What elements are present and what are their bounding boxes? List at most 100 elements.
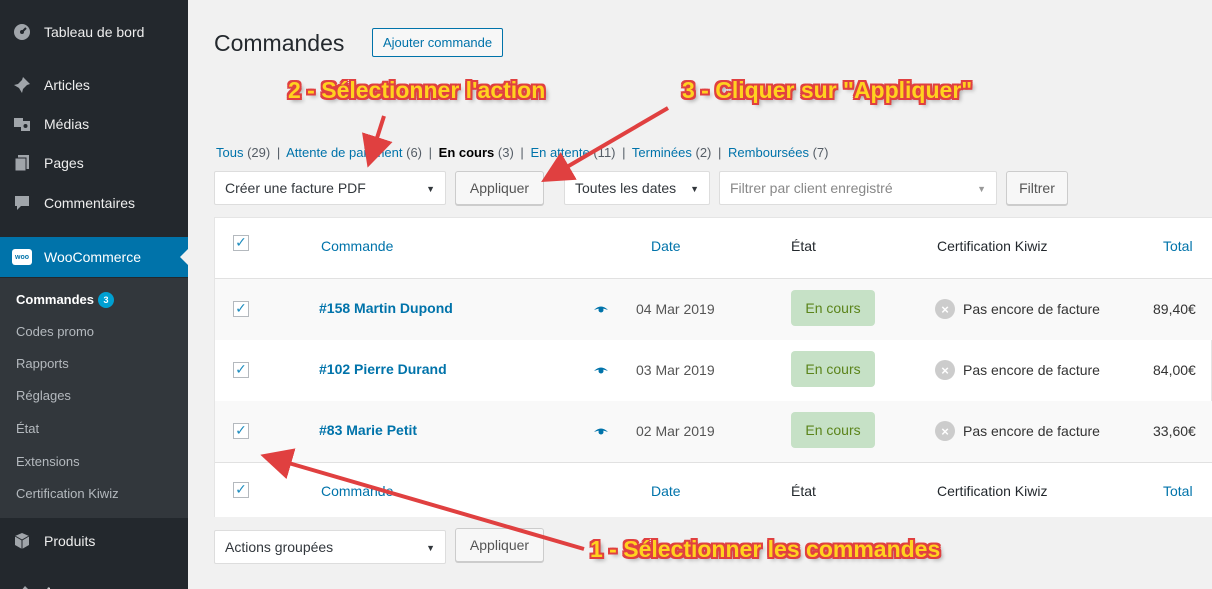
sidebar-item-articles[interactable]: Articles [0, 65, 188, 105]
filter-refunded-count: (7) [812, 145, 829, 160]
preview-eye-icon[interactable] [593, 427, 609, 437]
pages-icon [12, 153, 32, 173]
select-all-checkbox[interactable]: ✓ [233, 235, 249, 251]
separator: | [428, 145, 433, 160]
woocommerce-icon: woo [12, 247, 32, 267]
submenu-item-kiwiz[interactable]: Certification Kiwiz [16, 486, 119, 501]
media-icon [12, 114, 32, 134]
order-date: 04 Mar 2019 [636, 301, 715, 317]
sidebar-item-label: A [44, 584, 53, 589]
sidebar-item-label: Commentaires [44, 195, 136, 211]
orders-table: ✓ Commande Date État Certification Kiwiz… [214, 217, 1212, 517]
appearance-icon [12, 582, 32, 589]
filter-pending-count: (6) [406, 145, 423, 160]
column-date[interactable]: Date [651, 238, 681, 254]
filter-on-hold[interactable]: En attente [530, 145, 589, 160]
column-total[interactable]: Total [1163, 483, 1193, 499]
sidebar-item-appearance[interactable]: A [0, 572, 188, 589]
date-filter-select[interactable]: Toutes les dates ▼ [564, 171, 710, 205]
sidebar-item-dashboard[interactable]: Tableau de bord [0, 12, 188, 52]
active-pointer [180, 249, 188, 265]
submenu-item-reports[interactable]: Rapports [16, 356, 69, 371]
select-all-checkbox-footer[interactable]: ✓ [233, 482, 249, 498]
annotation-step-3: 3 - Cliquer sur "Appliquer" [682, 77, 973, 103]
sidebar-item-media[interactable]: Médias [0, 104, 188, 144]
customer-filter-select[interactable]: Filtrer par client enregistré ▼ [719, 171, 997, 205]
pin-icon [12, 75, 32, 95]
certification-status: × Pas encore de facture [935, 421, 1100, 441]
table-row[interactable]: ✓ #102 Pierre Durand 03 Mar 2019 En cour… [215, 340, 1212, 401]
sidebar-item-pages[interactable]: Pages [0, 143, 188, 183]
woocommerce-submenu: Commandes 3 Codes promo Rapports Réglages… [0, 278, 188, 518]
filter-refunded[interactable]: Remboursées [728, 145, 809, 160]
status-badge: En cours [791, 412, 875, 448]
annotation-step-2: 2 - Sélectionner l'action [288, 77, 546, 103]
bulk-action-select[interactable]: Créer une facture PDF ▼ [214, 171, 446, 205]
sidebar-item-label: Produits [44, 533, 96, 549]
separator: | [622, 145, 626, 160]
preview-eye-icon[interactable] [593, 305, 609, 315]
close-circle-icon: × [935, 299, 955, 319]
order-date: 03 Mar 2019 [636, 362, 715, 378]
filter-button[interactable]: Filtrer [1006, 171, 1068, 205]
caret-down-icon: ▼ [977, 184, 986, 194]
order-link[interactable]: #83 Marie Petit [319, 422, 417, 438]
apply-button-bottom[interactable]: Appliquer [455, 528, 544, 562]
status-badge: En cours [791, 351, 875, 387]
annotation-step-1: 1 - Sélectionner les commandes [590, 536, 941, 562]
sidebar-item-woocommerce[interactable]: woo WooCommerce [0, 237, 188, 277]
filter-all[interactable]: Tous [216, 145, 243, 160]
separator: | [276, 145, 281, 160]
date-filter-value: Toutes les dates [575, 180, 677, 196]
status-badge: En cours [791, 290, 875, 326]
column-certification: Certification Kiwiz [937, 238, 1048, 254]
row-checkbox[interactable]: ✓ [233, 362, 249, 378]
bulk-action-value: Actions groupées [225, 539, 334, 555]
submenu-item-status[interactable]: État [16, 421, 39, 436]
filter-completed[interactable]: Terminées [632, 145, 692, 160]
column-status: État [791, 238, 816, 254]
sidebar-item-label: Pages [44, 155, 84, 171]
sidebar-item-label: Articles [44, 77, 90, 93]
submenu-item-coupons[interactable]: Codes promo [16, 324, 94, 339]
separator: | [718, 145, 722, 160]
caret-down-icon: ▼ [426, 184, 435, 194]
row-checkbox[interactable]: ✓ [233, 423, 249, 439]
row-checkbox[interactable]: ✓ [233, 301, 249, 317]
column-order[interactable]: Commande [321, 238, 393, 254]
filter-completed-count: (2) [695, 145, 712, 160]
table-row[interactable]: ✓ #158 Martin Dupond 04 Mar 2019 En cour… [215, 279, 1212, 340]
separator: | [520, 145, 524, 160]
table-header-row: ✓ Commande Date État Certification Kiwiz… [215, 218, 1212, 279]
bulk-action-value: Créer une facture PDF [225, 180, 366, 196]
sidebar-item-products[interactable]: Produits [0, 521, 188, 561]
add-order-button[interactable]: Ajouter commande [372, 28, 504, 57]
products-icon [12, 531, 32, 551]
close-circle-icon: × [935, 421, 955, 441]
submenu-item-orders[interactable]: Commandes 3 [16, 292, 115, 308]
sidebar-item-label: Tableau de bord [44, 24, 145, 40]
filter-pending[interactable]: Attente de paiement [286, 145, 402, 160]
column-date[interactable]: Date [651, 483, 681, 499]
arrow-to-apply-button [541, 106, 670, 183]
column-certification: Certification Kiwiz [937, 483, 1048, 499]
bulk-action-select-bottom[interactable]: Actions groupées ▼ [214, 530, 446, 564]
order-count-badge: 3 [98, 292, 115, 308]
comment-icon [12, 193, 32, 213]
apply-button[interactable]: Appliquer [455, 171, 544, 205]
table-row[interactable]: ✓ #83 Marie Petit 02 Mar 2019 En cours ×… [215, 401, 1212, 462]
caret-down-icon: ▼ [690, 184, 699, 194]
status-filter-links: Tous (29) | Attente de paiement (6) | En… [216, 145, 828, 160]
column-total[interactable]: Total [1163, 238, 1193, 254]
order-total: 84,00€ [1153, 362, 1196, 378]
sidebar-item-comments[interactable]: Commentaires [0, 183, 188, 223]
submenu-item-extensions[interactable]: Extensions [16, 454, 80, 469]
preview-eye-icon[interactable] [593, 366, 609, 376]
order-link[interactable]: #102 Pierre Durand [319, 361, 447, 377]
column-order[interactable]: Commande [321, 483, 393, 499]
order-total: 33,60€ [1153, 423, 1196, 439]
filter-all-count: (29) [247, 145, 271, 160]
filter-processing[interactable]: En cours [439, 145, 495, 160]
submenu-item-settings[interactable]: Réglages [16, 388, 71, 403]
order-link[interactable]: #158 Martin Dupond [319, 300, 453, 316]
